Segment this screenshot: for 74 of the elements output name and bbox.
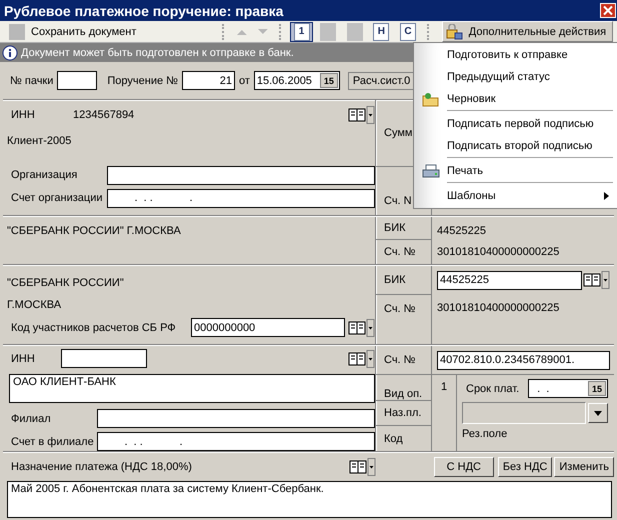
participant-code-label: Код участников расчетов СБ РФ — [10, 322, 177, 334]
account-label: Сч. № — [384, 246, 416, 258]
branch-account-field[interactable]: . . . . — [97, 432, 375, 451]
lookup-button[interactable] — [582, 271, 610, 289]
account-field[interactable]: 40702.810.0.23456789001. — [437, 350, 610, 370]
bik-field[interactable]: 44525225 — [437, 270, 582, 290]
vat-button[interactable]: Изменить — [554, 457, 614, 477]
branch-label: Филиал — [10, 412, 52, 424]
info-message: Документ может быть подготовлен к отправке в банк. — [21, 46, 294, 58]
code-label: Код — [384, 432, 403, 444]
batch-field[interactable] — [57, 71, 98, 90]
folder-icon — [422, 92, 440, 106]
date-field[interactable]: 15.06.2005 15 — [254, 71, 340, 90]
lock-icon — [444, 24, 463, 40]
vat-button[interactable]: С НДС — [434, 457, 494, 477]
operation-type-value: 1 — [440, 381, 448, 395]
account-value: 30101810400000000225 — [437, 246, 560, 258]
payee-name-field[interactable]: ОАО КЛИЕНТ-БАНК — [9, 374, 375, 403]
participant-code-field[interactable]: 0000000000 — [191, 318, 345, 337]
organization-field[interactable] — [107, 166, 375, 184]
window-title: Рублевое платежное поручение: правка — [4, 2, 284, 18]
branch-field[interactable] — [97, 409, 375, 428]
purpose-label: Назначение платежа (НДС 18,00%) — [10, 461, 192, 473]
lookup-button[interactable] — [348, 458, 376, 476]
calendar-button[interactable]: 15 — [588, 381, 606, 396]
menu-item[interactable]: Черновик — [414, 88, 617, 110]
inn-field[interactable] — [61, 349, 147, 368]
menu-item[interactable]: Подготовить к отправке — [414, 44, 617, 66]
amount-label: Сумм — [384, 127, 412, 139]
organization-label: Организация — [10, 169, 78, 181]
account-value: 30101810400000000225 — [437, 302, 560, 314]
menu-item[interactable]: Предыдущий статус — [414, 66, 617, 88]
payer-name: Клиент-2005 — [7, 135, 72, 147]
bik-label: БИК — [384, 222, 406, 234]
account-label: Сч. N — [384, 195, 412, 207]
settlement-button[interactable]: Расч.сист.0 — [348, 72, 416, 90]
bank-name: "СБЕРБАНК РОССИИ" — [7, 276, 125, 291]
printer-icon — [422, 164, 440, 178]
due-date-label: Срок плат. — [465, 382, 520, 394]
account-field[interactable]: . . . . — [107, 188, 375, 208]
save-button[interactable]: Сохранить документ — [4, 22, 216, 42]
operation-type-label: Вид оп. — [384, 388, 422, 400]
date-label: от — [238, 74, 250, 86]
purpose-text-field[interactable]: Май 2005 г. Абонентская плата за систему Клиент-Сбербанк. — [7, 481, 612, 518]
caret-icon — [594, 410, 602, 416]
submenu-arrow-icon — [604, 192, 609, 200]
batch-label: № пачки — [10, 74, 54, 86]
branch-account-label: Счет в филиале — [10, 436, 95, 448]
purpose-code-label: Наз.пл. — [384, 407, 422, 419]
account-label: Сч. № — [384, 354, 416, 366]
due-date-field[interactable]: . . 15 — [528, 379, 608, 398]
inn-label: ИНН — [10, 352, 36, 364]
inn-value: 1234567894 — [73, 109, 134, 121]
dropdown-button[interactable] — [588, 403, 608, 423]
bik-value: 44525225 — [437, 225, 486, 237]
account-label: Счет организации — [10, 192, 104, 204]
lookup-button[interactable] — [347, 318, 375, 336]
lookup-button[interactable] — [347, 106, 375, 124]
calendar-button[interactable]: 15 — [320, 73, 338, 88]
bank-city: Г.МОСКВА — [7, 298, 62, 313]
document-button[interactable]: 1 — [290, 22, 314, 42]
vat-button[interactable]: Без НДС — [498, 457, 552, 477]
close-icon[interactable] — [600, 3, 616, 18]
lookup-button[interactable] — [347, 350, 375, 368]
reserve-label: Рез.поле — [462, 428, 508, 440]
menu-item[interactable]: Подписать второй подписью — [414, 135, 617, 157]
order-number-field[interactable]: 21 — [182, 71, 235, 90]
inn-label: ИНН — [10, 109, 36, 121]
order-label: Поручение № — [107, 74, 178, 86]
account-label: Сч. № — [384, 303, 416, 315]
bik-label: БИК — [384, 274, 406, 286]
actions-button[interactable]: Дополнительные действия — [442, 21, 614, 42]
bank-name: "СБЕРБАНК РОССИИ" Г.МОСКВА — [7, 225, 181, 237]
info-icon — [2, 44, 18, 60]
